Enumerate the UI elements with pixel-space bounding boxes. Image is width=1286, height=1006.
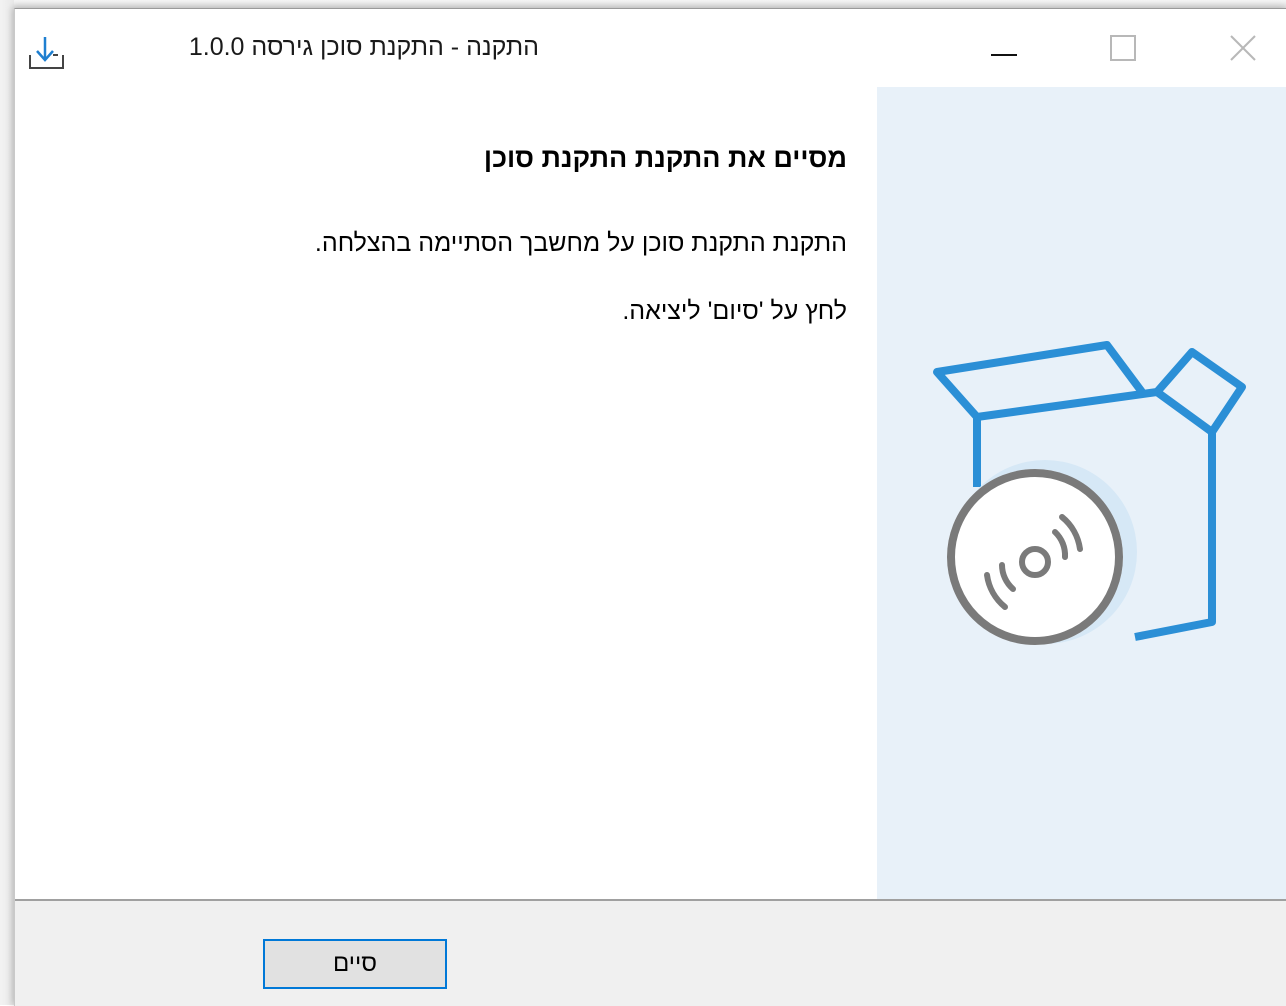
wizard-image-panel (877, 87, 1286, 899)
success-message: התקנת התקנת סוכן על מחשבך הסתיימה בהצלחה… (314, 229, 847, 257)
wizard-content: מסיים את התקנת התקנת סוכן התקנת התקנת סו… (15, 87, 1286, 899)
window-title: התקנה - התקנת סוכן גירסה 1.0.0 (188, 33, 539, 61)
page-heading: מסיים את התקנת התקנת סוכן (483, 143, 847, 173)
desktop-edge-top (0, 0, 1286, 8)
minimize-button[interactable] (945, 9, 1061, 87)
title-bar[interactable]: התקנה - התקנת סוכן גירסה 1.0.0 (15, 9, 1286, 87)
installer-window: התקנה - התקנת סוכן גירסה 1.0.0 מסיים את … (14, 8, 1286, 1006)
minimize-icon (991, 54, 1017, 56)
wizard-footer: סיים (15, 901, 1286, 1006)
maximize-icon (1110, 35, 1136, 61)
exit-instruction: לחץ על 'סיום' ליציאה. (622, 297, 847, 325)
wizard-text-area: מסיים את התקנת התקנת סוכן התקנת התקנת סו… (15, 87, 877, 899)
close-button[interactable] (1185, 9, 1286, 87)
software-box-icon (933, 341, 1246, 645)
close-icon (1230, 35, 1256, 61)
desktop-edge-left (0, 0, 14, 1005)
finish-button[interactable]: סיים (263, 939, 447, 989)
maximize-button[interactable] (1065, 9, 1181, 87)
